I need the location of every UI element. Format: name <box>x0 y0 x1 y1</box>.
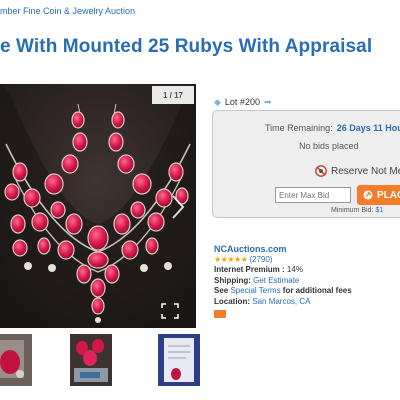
expand-icon[interactable] <box>160 302 180 320</box>
shipping: Shipping: Get Estimate <box>214 276 352 287</box>
star-rating-icon: ★★★★★ <box>214 254 248 264</box>
arrow-left-icon[interactable]: ◆ <box>214 97 221 108</box>
thumbnail-image[interactable] <box>70 334 112 386</box>
minimum-bid-label: Minimum Bid: <box>331 207 374 214</box>
reserve-status: Reserve Not Me <box>315 165 400 177</box>
location: Location: San Marcos, CA <box>214 297 352 308</box>
gavel-icon <box>363 190 373 200</box>
place-bid-button[interactable]: PLAC <box>357 185 400 205</box>
terms-suffix: for additional fees <box>282 286 352 295</box>
special-terms-link[interactable]: Special Terms <box>230 286 280 295</box>
location-label: Location: <box>214 296 250 306</box>
lot-navigation: ◆ Lot #200 ➡ <box>214 96 272 108</box>
thumbnail-image[interactable] <box>158 334 200 386</box>
max-bid-input[interactable] <box>275 187 351 203</box>
time-remaining: Time Remaining: 26 Days 11 Hou <box>265 123 400 133</box>
auction-house-link[interactable]: mber Fine Coin & Jewelry Auction <box>0 6 135 16</box>
location-value[interactable]: San Marcos, CA <box>252 297 310 306</box>
reserve-not-met-icon <box>315 165 327 177</box>
lot-number: Lot #200 <box>224 97 260 107</box>
lot-title: e With Mounted 25 Rubys With Appraisal <box>0 36 373 57</box>
time-remaining-value: 26 Days 11 Hou <box>336 123 400 133</box>
shipping-estimate-link[interactable]: Get Estimate <box>253 276 299 285</box>
time-remaining-label: Time Remaining: <box>265 123 333 133</box>
seller-info: NCAuctions.com ★★★★★ (2790) Internet Pre… <box>214 244 352 322</box>
reserve-text: Reserve Not Me <box>331 165 400 177</box>
bid-panel: Time Remaining: 26 Days 11 Hou No bids pl… <box>212 110 400 218</box>
seller-name-link[interactable]: NCAuctions.com <box>214 244 352 255</box>
special-terms: See Special Terms for additional fees <box>214 286 352 297</box>
chevron-right-icon[interactable] <box>166 192 190 222</box>
seller-rating: ★★★★★ (2790) <box>214 255 352 266</box>
seller-badge-icon <box>214 310 226 318</box>
thumbnail-image[interactable] <box>0 334 32 386</box>
premium-label: Internet Premium : <box>214 265 285 274</box>
place-bid-label: PLAC <box>377 189 400 201</box>
bids-placed-status: No bids placed <box>299 141 359 151</box>
terms-prefix: See <box>214 286 229 295</box>
premium-value: 14% <box>286 265 303 274</box>
internet-premium: Internet Premium : 14% <box>214 265 352 276</box>
thumbnail-strip <box>0 334 200 386</box>
minimum-bid-value: $1 <box>375 207 384 214</box>
shipping-label: Shipping: <box>214 275 251 285</box>
minimum-bid: Minimum Bid: $1 <box>331 207 383 214</box>
image-counter: 1 / 17 <box>152 86 194 104</box>
arrow-right-icon[interactable]: ➡ <box>264 97 272 108</box>
rating-count-link[interactable]: (2790) <box>249 255 272 266</box>
